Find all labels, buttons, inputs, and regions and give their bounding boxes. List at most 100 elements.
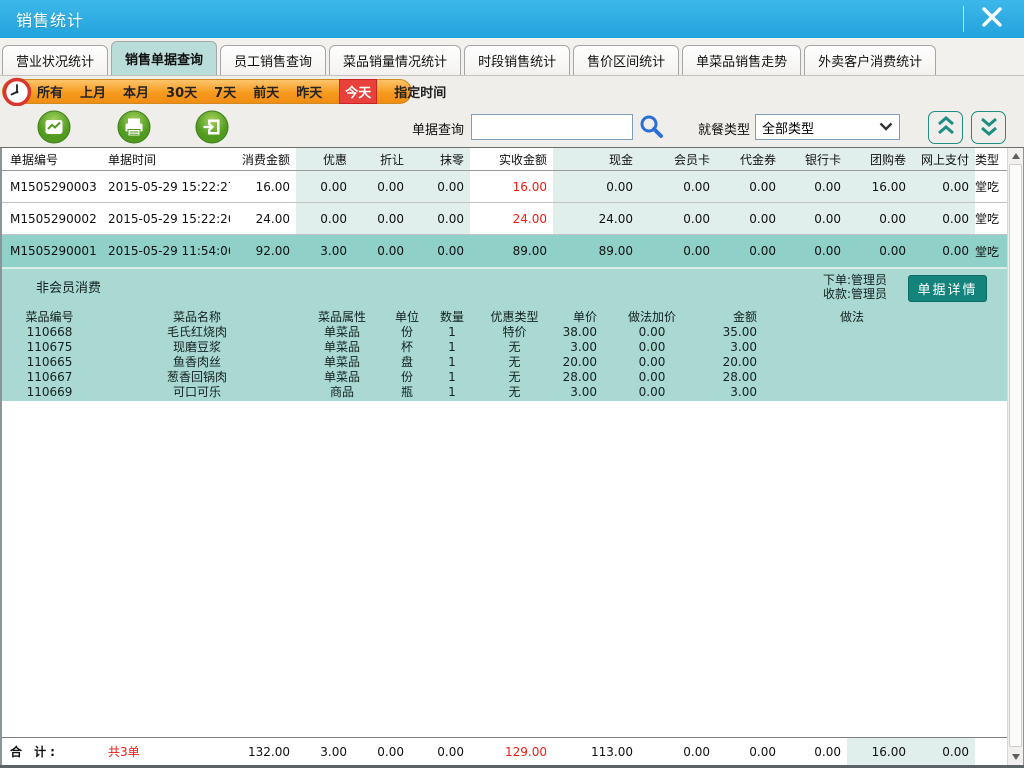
dish-qty: 1	[427, 325, 477, 340]
meal-type-select[interactable]: 全部类型	[755, 114, 900, 140]
filter-last-month[interactable]: 上月	[80, 82, 106, 101]
tab-takeout-customer[interactable]: 外卖客户消费统计	[804, 45, 936, 75]
collapse-all-button[interactable]	[928, 111, 963, 144]
filter-day-before[interactable]: 前天	[253, 82, 279, 101]
filter-yesterday[interactable]: 昨天	[296, 82, 322, 101]
cell-voucher: 0.00	[716, 235, 782, 267]
tab-business-status[interactable]: 营业状况统计	[2, 45, 108, 75]
close-icon	[981, 6, 1003, 32]
summary-count: 共3单	[100, 738, 230, 765]
cell-rounding: 0.00	[410, 203, 470, 234]
dish-attr: 单菜品	[297, 325, 387, 340]
tab-label: 时段销售统计	[478, 51, 556, 70]
export-button[interactable]	[195, 110, 229, 144]
col-header: 单据编号	[2, 148, 100, 170]
dish-total: 28.00	[697, 370, 767, 385]
cell-doc-no: M1505290001	[2, 235, 100, 267]
dish-method	[767, 355, 1007, 370]
dish-name: 现磨豆浆	[97, 340, 297, 355]
scroll-down-icon[interactable]	[1012, 754, 1020, 760]
expand-all-button[interactable]	[971, 111, 1006, 144]
detail-staff-info: 下单:管理员 收款:管理员	[823, 273, 887, 301]
tab-dish-sales-volume[interactable]: 菜品销量情况统计	[329, 45, 461, 75]
scrollbar-thumb[interactable]	[1009, 164, 1022, 747]
order-detail-button[interactable]: 单据详情	[908, 275, 987, 302]
detail-row: 110675 现磨豆浆 单菜品 杯 1 无 3.00 0.00 3.00	[2, 340, 1007, 355]
col-header: 会员卡	[639, 148, 716, 170]
detail-col-header: 优惠类型	[477, 310, 552, 325]
chart-report-button[interactable]	[37, 110, 71, 144]
close-button[interactable]	[972, 4, 1012, 34]
sum-received: 129.00	[470, 738, 553, 765]
scroll-up-icon[interactable]	[1012, 153, 1020, 159]
filter-30-days[interactable]: 30天	[166, 82, 197, 101]
detail-cashier: 收款:管理员	[823, 287, 887, 301]
filter-this-month[interactable]: 本月	[123, 82, 149, 101]
window-title: 销售统计	[16, 7, 84, 31]
cell-discount: 0.00	[296, 203, 353, 234]
detail-row: 110667 葱香回锅肉 单菜品 份 1 无 28.00 0.00 28.00	[2, 370, 1007, 385]
cell-bank-card: 0.00	[782, 203, 847, 234]
dish-total: 20.00	[697, 355, 767, 370]
tab-label: 售价区间统计	[587, 51, 665, 70]
filter-all[interactable]: 所有	[37, 82, 63, 101]
meal-type-value: 全部类型	[762, 118, 814, 137]
dish-name: 毛氏红烧肉	[97, 325, 297, 340]
detail-header-row: 菜品编号 菜品名称 菜品属性 单位 数量 优惠类型 单价 做法加价 金额 做法	[2, 310, 1007, 325]
dish-method	[767, 340, 1007, 355]
cell-groupon: 0.00	[847, 235, 912, 267]
cell-allowance: 0.00	[353, 235, 410, 267]
meal-type-label: 就餐类型	[698, 119, 750, 138]
sum-discount: 3.00	[296, 738, 353, 765]
vertical-scrollbar[interactable]	[1007, 148, 1023, 765]
cell-cash: 0.00	[553, 171, 639, 202]
col-header: 团购卷	[847, 148, 912, 170]
sum-type	[975, 738, 1005, 765]
tab-single-dish-trend[interactable]: 单菜品销售走势	[682, 45, 801, 75]
cell-type: 堂吃	[975, 203, 1005, 234]
dish-attr: 单菜品	[297, 340, 387, 355]
dish-extra: 0.00	[607, 325, 697, 340]
tab-employee-sales[interactable]: 员工销售查询	[220, 45, 326, 75]
dish-discount-type: 无	[477, 370, 552, 385]
detail-col-header: 单位	[387, 310, 427, 325]
search-input[interactable]	[471, 114, 633, 140]
dish-unit: 瓶	[387, 385, 427, 400]
dish-qty: 1	[427, 355, 477, 370]
cell-online-pay: 0.00	[912, 171, 975, 202]
cell-bank-card: 0.00	[782, 235, 847, 267]
dish-qty: 1	[427, 385, 477, 400]
cell-type: 堂吃	[975, 171, 1005, 202]
detail-col-header: 做法	[767, 310, 1007, 325]
tab-sales-document-query[interactable]: 销售单据查询	[111, 41, 217, 75]
tab-strip: 营业状况统计 销售单据查询 员工销售查询 菜品销量情况统计 时段销售统计 售价区…	[0, 38, 1024, 76]
tab-price-range[interactable]: 售价区间统计	[573, 45, 679, 75]
dish-code: 110667	[2, 370, 97, 385]
sum-voucher: 0.00	[716, 738, 782, 765]
table-row-selected[interactable]: M1505290001 2015-05-29 11:54:06 92.00 3.…	[2, 235, 1007, 267]
search-icon[interactable]	[637, 113, 665, 145]
filter-7-days[interactable]: 7天	[214, 82, 236, 101]
table-row[interactable]: M1505290002 2015-05-29 15:22:20 24.00 0.…	[2, 203, 1007, 235]
dish-qty: 1	[427, 340, 477, 355]
table-row[interactable]: M1505290003 2015-05-29 15:22:27 16.00 0.…	[2, 171, 1007, 203]
dish-total: 35.00	[697, 325, 767, 340]
filter-custom-time[interactable]: 指定时间	[394, 82, 446, 101]
col-header: 现金	[553, 148, 639, 170]
print-button[interactable]	[117, 110, 151, 144]
toolbar: 单据查询 就餐类型 全部类型	[0, 106, 1024, 148]
dish-attr: 商品	[297, 385, 387, 400]
tab-time-period-sales[interactable]: 时段销售统计	[464, 45, 570, 75]
dish-total: 3.00	[697, 340, 767, 355]
detail-col-header: 做法加价	[607, 310, 697, 325]
col-header: 优惠	[296, 148, 353, 170]
dish-name: 可口可乐	[97, 385, 297, 400]
detail-col-header: 菜品名称	[97, 310, 297, 325]
cell-groupon: 16.00	[847, 171, 912, 202]
dish-unit: 杯	[387, 340, 427, 355]
dish-price: 3.00	[552, 340, 607, 355]
filter-today[interactable]: 今天	[339, 79, 377, 104]
cell-doc-time: 2015-05-29 11:54:06	[100, 235, 230, 267]
cell-online-pay: 0.00	[912, 235, 975, 267]
col-header: 网上支付	[912, 148, 975, 170]
